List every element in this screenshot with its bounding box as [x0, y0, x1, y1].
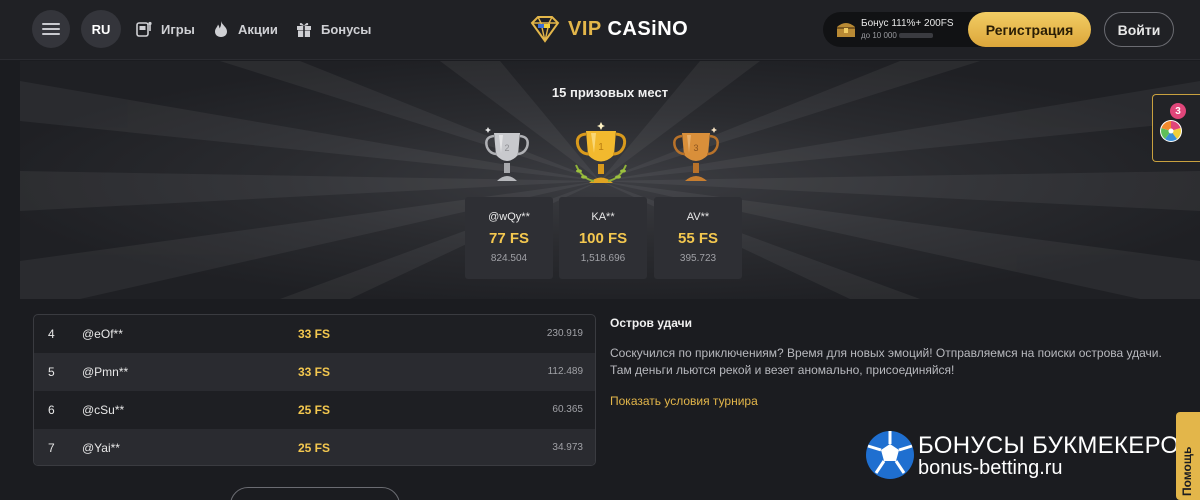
row-place: 4	[48, 327, 55, 341]
nav-games-label: Игры	[161, 21, 195, 37]
fortune-wheel-icon	[1160, 120, 1182, 142]
fortune-wheel-widget[interactable]: 3	[1152, 94, 1200, 162]
show-more-button[interactable]	[230, 487, 400, 500]
register-button[interactable]: Регистрация	[968, 12, 1091, 47]
row-user: @Pmn**	[82, 365, 129, 379]
row-user: @cSu**	[82, 403, 125, 417]
hamburger-icon	[42, 23, 60, 35]
row-score: 112.489	[547, 366, 583, 377]
podium-card-place-1: KA** 100 FS 1,518.696	[559, 197, 647, 279]
nav-bonuses-label: Бонусы	[321, 21, 372, 37]
podium-prize: 100 FS	[578, 230, 628, 247]
podium-user: KA**	[591, 211, 615, 223]
gift-icon	[295, 20, 313, 38]
diamond-logo-icon	[530, 16, 560, 43]
bonus-offer-amount: до 10 000	[861, 31, 897, 40]
gold-trophy-icon: 1	[575, 122, 627, 183]
tournament-description: Соскучился по приключениям? Время для но…	[610, 346, 1162, 377]
table-row: 6 @cSu** 25 FS 60.365	[34, 391, 595, 429]
podium-score: 395.723	[679, 253, 717, 264]
prize-places-title: 15 призовых мест	[551, 85, 669, 100]
podium-score: 824.504	[490, 253, 528, 264]
row-place: 5	[48, 365, 55, 379]
logo-vip: VIP	[568, 17, 602, 40]
flame-icon	[212, 20, 230, 38]
row-prize: 25 FS	[298, 441, 331, 455]
svg-text:1: 1	[598, 142, 604, 153]
podium-user: @wQy**	[488, 211, 530, 223]
row-score: 230.919	[546, 328, 583, 339]
notification-badge: 3	[1170, 103, 1186, 119]
podium-card-place-3: AV** 55 FS 395.723	[654, 197, 742, 279]
treasure-chest-icon	[837, 23, 855, 37]
watermark-title: БОНУСЫ БУКМЕКЕРОВ	[918, 432, 1196, 459]
table-row: 7 @Yai** 25 FS 34.973	[34, 429, 595, 465]
soccer-ball-watermark-icon	[866, 431, 914, 479]
bronze-trophy-icon: 3	[673, 127, 719, 181]
site-logo[interactable]: VIP CASiNO	[528, 13, 688, 45]
help-tab[interactable]: Помощь	[1176, 412, 1200, 500]
login-button[interactable]: Войти	[1104, 12, 1174, 47]
nav-promotions[interactable]: Акции	[212, 19, 278, 39]
silver-trophy-icon: 2	[485, 127, 529, 181]
row-score: 60.365	[552, 404, 583, 415]
svg-text:3: 3	[693, 143, 698, 153]
slot-machine-icon	[135, 20, 153, 38]
svg-text:2: 2	[504, 143, 509, 153]
blurred-text	[898, 33, 933, 39]
podium-prize: 55 FS	[677, 230, 719, 247]
tournament-conditions-link[interactable]: Показать условия турнира	[610, 394, 758, 408]
menu-button[interactable]	[32, 10, 70, 48]
podium-user: AV**	[686, 211, 710, 223]
leaderboard-table: 4 @eOf** 33 FS 230.919 5 @Pmn** 33 FS 11…	[33, 314, 596, 466]
top-header: RU Игры Акции Бонусы VIP CASiNO Бонус 11…	[0, 0, 1200, 60]
nav-bonuses[interactable]: Бонусы	[295, 19, 371, 39]
help-tab-label: Помощь	[1180, 446, 1194, 496]
row-prize: 33 FS	[298, 365, 331, 379]
bonus-offer-subtitle: до 10 000	[861, 31, 933, 40]
row-place: 7	[48, 441, 55, 455]
row-score: 34.973	[552, 442, 583, 453]
row-user: @Yai**	[82, 441, 120, 455]
nav-promotions-label: Акции	[238, 21, 278, 37]
table-row: 4 @eOf** 33 FS 230.919	[34, 315, 595, 353]
table-row: 5 @Pmn** 33 FS 112.489	[34, 353, 595, 391]
tournament-podium-banner: 15 призовых мест 2 1 3 @wQy** 77 FS 824.…	[20, 61, 1200, 299]
language-button[interactable]: RU	[81, 10, 121, 48]
tournament-title: Остров удачи	[610, 316, 692, 330]
logo-text: VIP CASiNO	[568, 18, 688, 41]
podium-card-place-2: @wQy** 77 FS 824.504	[465, 197, 553, 279]
row-prize: 25 FS	[298, 403, 331, 417]
podium-score: 1,518.696	[580, 253, 626, 264]
row-prize: 33 FS	[298, 327, 331, 341]
bonus-offer-title: Бонус 111%+ 200FS	[861, 18, 954, 29]
row-place: 6	[48, 403, 55, 417]
nav-games[interactable]: Игры	[135, 19, 195, 39]
watermark-url: bonus-betting.ru	[918, 457, 1063, 479]
logo-casino: CASiNO	[607, 17, 689, 40]
row-user: @eOf**	[82, 327, 123, 341]
podium-prize: 77 FS	[488, 230, 530, 247]
